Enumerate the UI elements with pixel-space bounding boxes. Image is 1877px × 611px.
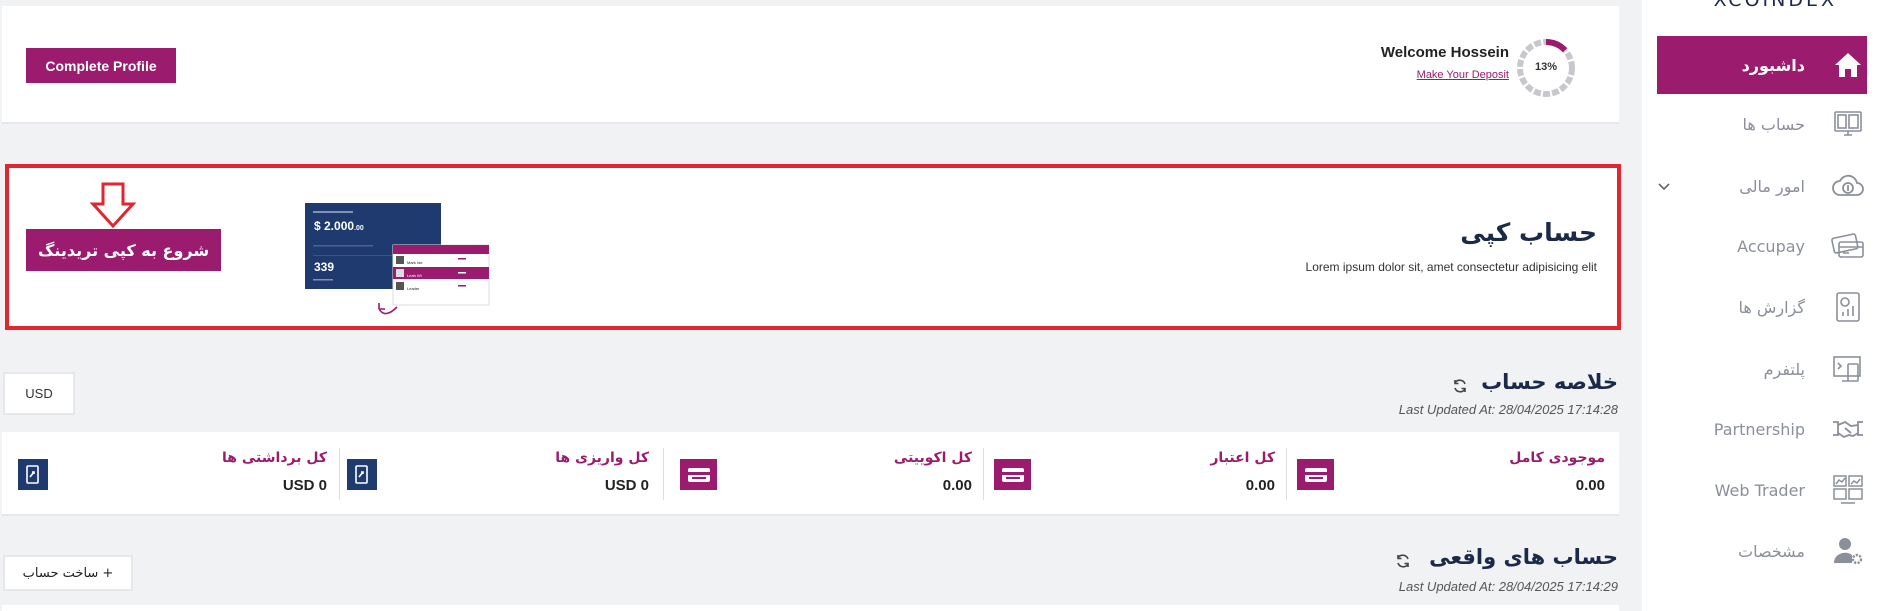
finance-icon (1829, 167, 1867, 205)
profile-progress-ring: 13% (1514, 36, 1578, 100)
sidebar-item-accupay[interactable]: Accupay (1657, 217, 1867, 275)
accounts-list-top (2, 605, 1619, 611)
stat-value: USD 0 (604, 477, 649, 494)
illustration-row: Mark Ide (407, 260, 423, 265)
brand-logo: XCOINDEX (1713, 0, 1837, 11)
sidebar-item-accounts[interactable]: حساب ها (1657, 95, 1867, 153)
stat-label: کل واریزی ها (555, 450, 649, 466)
stat-total-withdrawals: کل برداشتی ها USD 0 (2, 432, 339, 516)
copy-trading-illustration: $ 2.000.00 339 Mark Ide Leah Wi Leader (305, 203, 495, 315)
sidebar-item-reports[interactable]: گزارش ها (1657, 278, 1867, 336)
card-icon (680, 459, 717, 490)
real-accounts-title: حساب های واقعی (1429, 545, 1618, 569)
summary-last-updated: Last Updated At: 28/04/2025 17:14:28 (1398, 402, 1618, 417)
divider (339, 448, 340, 500)
profile-settings-icon (1829, 532, 1867, 570)
accounts-icon (1829, 105, 1867, 143)
stat-total-deposits: کل واریزی ها USD 0 (339, 432, 663, 516)
withdrawal-icon (18, 459, 48, 490)
stat-total-equity: کل اکوییتی 0.00 (672, 432, 986, 516)
illustration-count: 339 (314, 260, 335, 274)
sidebar-item-webtrader[interactable]: Web Trader (1657, 461, 1867, 519)
report-icon (1829, 288, 1867, 326)
stat-value: 0.00 (1575, 477, 1605, 494)
illustration-balance-cents: .00 (354, 225, 364, 232)
stat-label: کل اکوییتی (893, 450, 972, 466)
card-icon (994, 459, 1031, 490)
welcome-title: Welcome Hossein (1380, 44, 1509, 61)
currency-selector[interactable]: USD (3, 372, 75, 415)
make-deposit-link[interactable]: Make Your Deposit (1381, 69, 1509, 81)
copy-account-subtitle: Lorem ipsum dolor sit, amet consectetur … (1305, 260, 1597, 274)
sidebar-item-dashboard[interactable]: داشبورد (1657, 36, 1867, 94)
summary-stats-card: موجودی کامل 0.00 کل اعتبار 0.00 کل اکویی… (2, 432, 1619, 516)
stat-value: USD 0 (282, 477, 327, 494)
sidebar-item-profile[interactable]: مشخصات (1657, 522, 1867, 580)
create-account-button[interactable]: + ساخت حساب (3, 555, 133, 591)
account-summary-title: خلاصه حساب (1481, 370, 1618, 394)
stat-value: 0.00 (1245, 477, 1275, 494)
stat-label: کل برداشتی ها (222, 450, 327, 466)
copy-account-title: حساب کپی (1460, 218, 1597, 247)
refresh-icon[interactable] (1452, 378, 1468, 398)
stat-label: کل اعتبار (1210, 450, 1275, 466)
stat-value: 0.00 (942, 477, 972, 494)
welcome-card: Complete Profile Welcome Hossein Make Yo… (2, 6, 1619, 124)
real-accounts-last-updated: Last Updated At: 28/04/2025 17:14:29 (1398, 579, 1618, 594)
webtrader-icon (1829, 471, 1867, 509)
deposit-icon (347, 459, 377, 490)
card-icon (1297, 459, 1334, 490)
cards-icon (1829, 227, 1867, 265)
chevron-down-icon[interactable] (1657, 177, 1671, 196)
sidebar: XCOINDEX داشبورد حساب ها امور مالی Accup… (1642, 0, 1877, 611)
sidebar-item-finance[interactable]: امور مالی (1657, 157, 1867, 215)
stat-total-credit: کل اعتبار 0.00 (986, 432, 1289, 516)
platform-icon (1829, 350, 1867, 388)
stat-label: موجودی کامل (1509, 450, 1605, 466)
complete-profile-button[interactable]: Complete Profile (26, 48, 176, 83)
divider (663, 448, 664, 500)
home-icon (1829, 46, 1867, 84)
sidebar-item-partnership[interactable]: Partnership (1657, 400, 1867, 458)
illustration-balance: $ 2.000 (314, 219, 355, 233)
refresh-icon[interactable] (1395, 553, 1411, 573)
illustration-row: Leader (407, 286, 420, 291)
illustration-row: Leah Wi (407, 273, 422, 278)
arrow-down-icon (89, 182, 137, 232)
start-copy-trading-button[interactable]: شروع به کپی تریدینگ (26, 229, 221, 271)
welcome-block: Welcome Hossein Make Your Deposit (1381, 44, 1509, 81)
stat-total-balance: موجودی کامل 0.00 (1289, 432, 1619, 516)
sidebar-item-platform[interactable]: پلتفرم (1657, 340, 1867, 398)
copy-account-card: حساب کپی Lorem ipsum dolor sit, amet con… (5, 164, 1621, 330)
handshake-icon (1829, 410, 1867, 448)
progress-percent: 13% (1534, 61, 1558, 73)
